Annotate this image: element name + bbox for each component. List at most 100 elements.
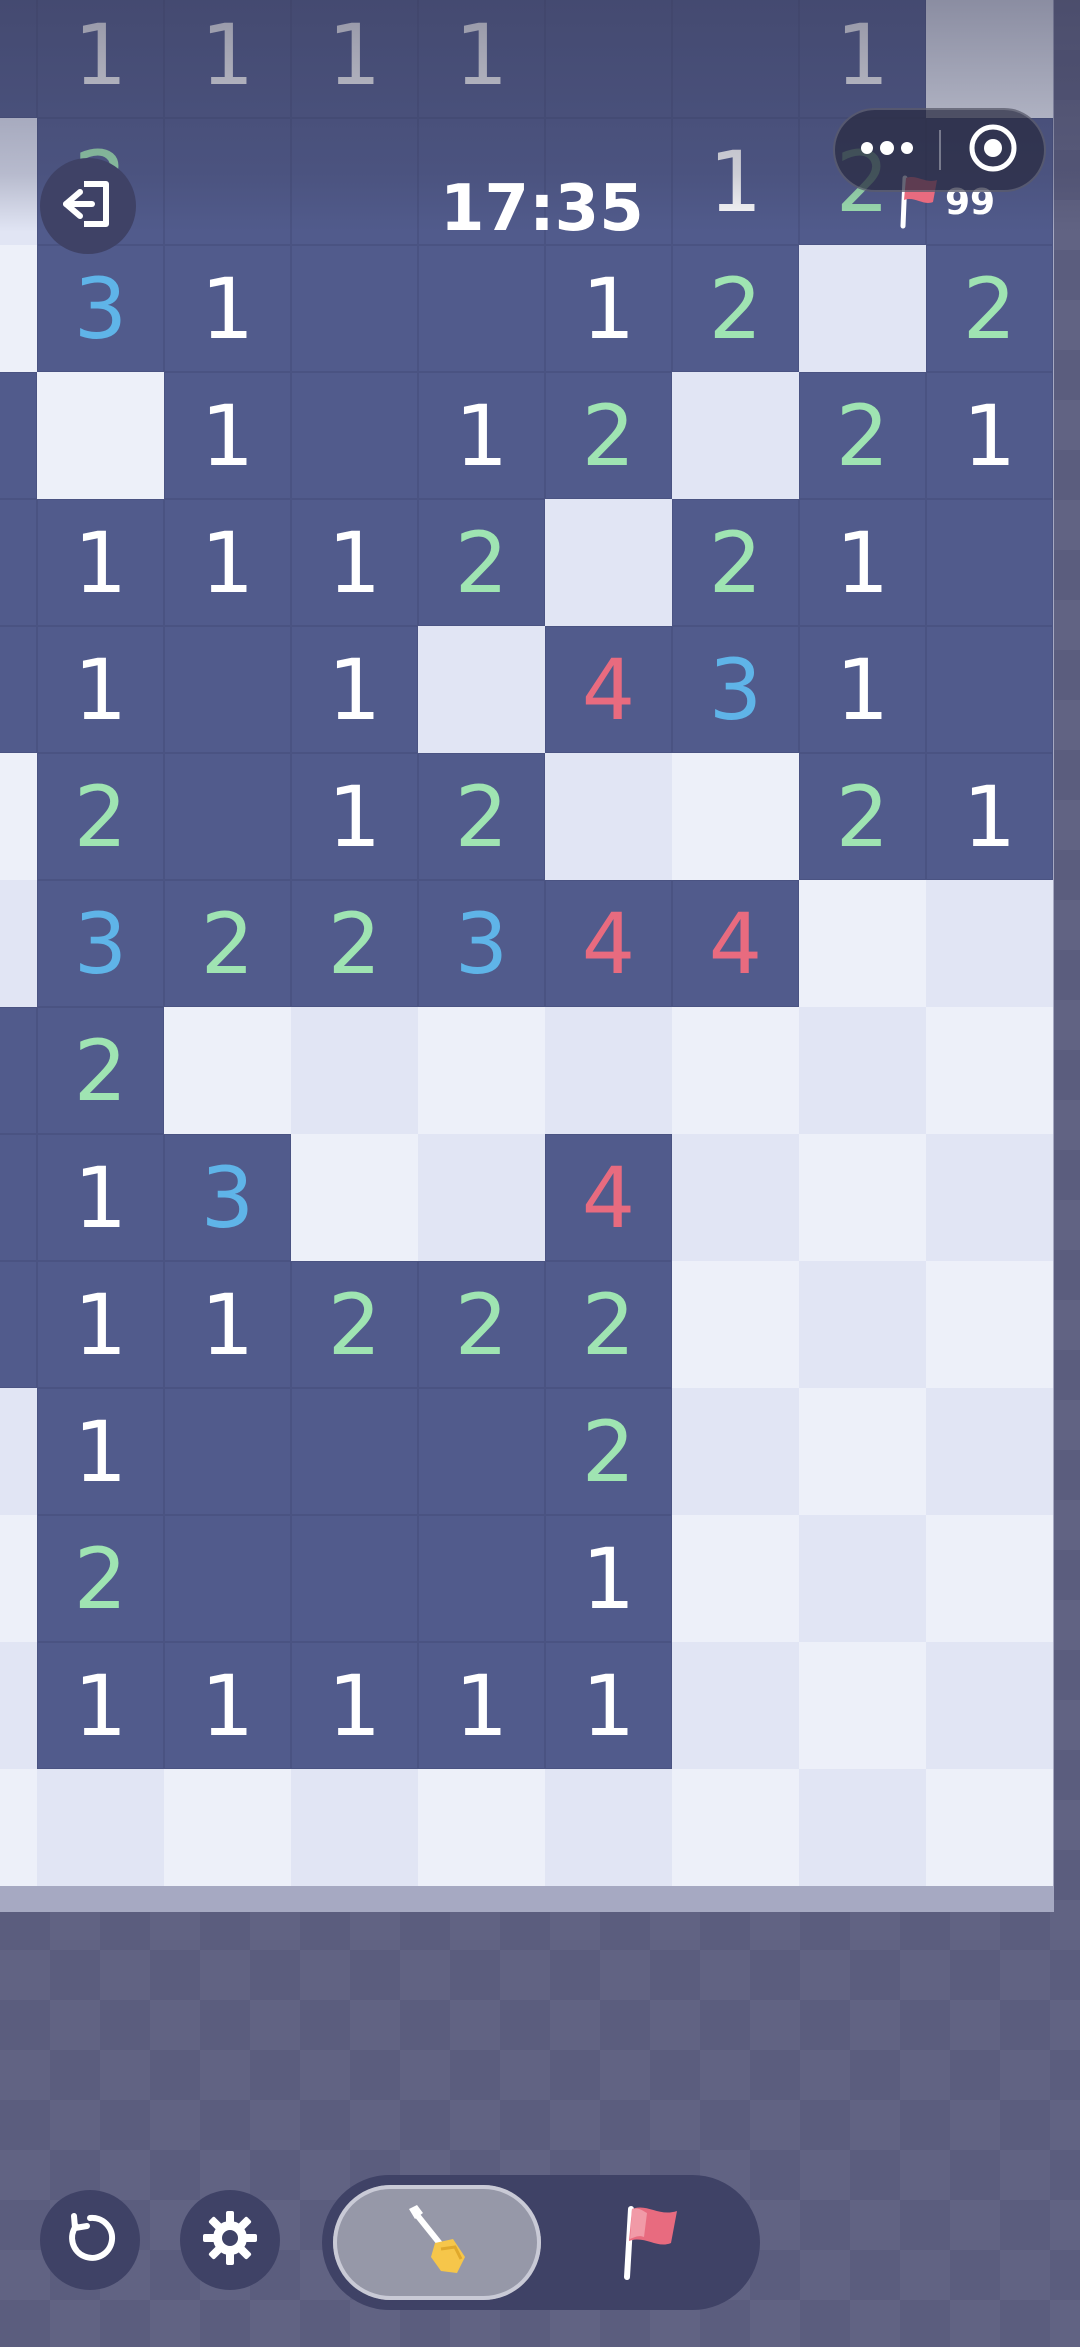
number-cell[interactable]: 4 [545, 880, 672, 1007]
number-cell[interactable]: 2 [799, 372, 926, 499]
covered-cell[interactable] [0, 1515, 37, 1642]
number-cell[interactable]: 1 [291, 1642, 418, 1769]
number-cell[interactable]: 2 [37, 1515, 164, 1642]
number-cell[interactable]: 1 [672, 118, 799, 245]
revealed-cell[interactable] [418, 1388, 545, 1515]
revealed-cell[interactable] [291, 118, 418, 245]
covered-cell[interactable] [926, 1261, 1053, 1388]
covered-cell[interactable] [672, 753, 799, 880]
revealed-cell[interactable] [0, 0, 37, 118]
covered-cell[interactable] [37, 1769, 164, 1886]
number-cell[interactable]: 1 [37, 1134, 164, 1261]
number-cell[interactable]: 2 [545, 1388, 672, 1515]
number-cell[interactable]: 1 [291, 0, 418, 118]
number-cell[interactable]: 1 [418, 0, 545, 118]
revealed-cell[interactable] [0, 1261, 37, 1388]
covered-cell[interactable] [418, 1007, 545, 1134]
covered-cell[interactable] [291, 1134, 418, 1261]
number-cell[interactable]: 1 [545, 1642, 672, 1769]
revealed-cell[interactable] [0, 499, 37, 626]
number-cell[interactable]: 1 [164, 1261, 291, 1388]
revealed-cell[interactable] [291, 1388, 418, 1515]
covered-cell[interactable] [926, 1515, 1053, 1642]
number-cell[interactable]: 1 [37, 0, 164, 118]
number-cell[interactable]: 2 [799, 753, 926, 880]
covered-cell[interactable] [0, 1388, 37, 1515]
covered-cell[interactable] [926, 1769, 1053, 1886]
covered-cell[interactable] [799, 1515, 926, 1642]
revealed-cell[interactable] [164, 118, 291, 245]
number-cell[interactable]: 4 [672, 880, 799, 1007]
covered-cell[interactable] [164, 1007, 291, 1134]
covered-cell[interactable] [0, 118, 37, 245]
covered-cell[interactable] [799, 1769, 926, 1886]
number-cell[interactable]: 3 [37, 880, 164, 1007]
covered-cell[interactable] [0, 245, 37, 372]
covered-cell[interactable] [799, 1642, 926, 1769]
number-cell[interactable]: 2 [418, 1261, 545, 1388]
number-cell[interactable]: 2 [164, 880, 291, 1007]
number-cell[interactable]: 3 [164, 1134, 291, 1261]
dig-mode-button[interactable] [333, 2185, 541, 2300]
number-cell[interactable]: 1 [799, 626, 926, 753]
number-cell[interactable]: 1 [37, 626, 164, 753]
covered-cell[interactable] [799, 1261, 926, 1388]
revealed-cell[interactable] [0, 372, 37, 499]
number-cell[interactable]: 1 [291, 626, 418, 753]
number-cell[interactable]: 1 [291, 499, 418, 626]
number-cell[interactable]: 3 [672, 626, 799, 753]
number-cell[interactable]: 1 [418, 372, 545, 499]
revealed-cell[interactable] [291, 245, 418, 372]
number-cell[interactable]: 1 [164, 0, 291, 118]
number-cell[interactable]: 1 [545, 245, 672, 372]
number-cell[interactable]: 2 [291, 880, 418, 1007]
number-cell[interactable]: 1 [164, 245, 291, 372]
number-cell[interactable]: 1 [37, 1642, 164, 1769]
covered-cell[interactable] [291, 1007, 418, 1134]
covered-cell[interactable] [164, 1769, 291, 1886]
covered-cell[interactable] [799, 1134, 926, 1261]
number-cell[interactable]: 2 [545, 372, 672, 499]
covered-cell[interactable] [799, 1007, 926, 1134]
covered-cell[interactable] [0, 1642, 37, 1769]
covered-cell[interactable] [926, 0, 1053, 118]
settings-button[interactable] [180, 2190, 280, 2290]
number-cell[interactable]: 2 [545, 1261, 672, 1388]
covered-cell[interactable] [545, 1769, 672, 1886]
covered-cell[interactable] [926, 1134, 1053, 1261]
close-button[interactable] [941, 110, 1045, 190]
covered-cell[interactable] [291, 1769, 418, 1886]
number-cell[interactable]: 1 [799, 499, 926, 626]
revealed-cell[interactable] [164, 753, 291, 880]
covered-cell[interactable] [926, 1388, 1053, 1515]
number-cell[interactable]: 3 [418, 880, 545, 1007]
number-cell[interactable]: 3 [37, 245, 164, 372]
revealed-cell[interactable] [164, 626, 291, 753]
number-cell[interactable]: 2 [672, 245, 799, 372]
number-cell[interactable]: 2 [418, 753, 545, 880]
number-cell[interactable]: 2 [291, 1261, 418, 1388]
more-button[interactable] [835, 110, 939, 190]
covered-cell[interactable] [799, 880, 926, 1007]
revealed-cell[interactable] [0, 626, 37, 753]
covered-cell[interactable] [37, 372, 164, 499]
restart-button[interactable] [40, 2190, 140, 2290]
number-cell[interactable]: 1 [291, 753, 418, 880]
covered-cell[interactable] [926, 1007, 1053, 1134]
revealed-cell[interactable] [0, 1134, 37, 1261]
revealed-cell[interactable] [418, 1515, 545, 1642]
number-cell[interactable]: 2 [37, 753, 164, 880]
number-cell[interactable]: 2 [926, 245, 1053, 372]
covered-cell[interactable] [545, 753, 672, 880]
revealed-cell[interactable] [926, 499, 1053, 626]
covered-cell[interactable] [672, 1134, 799, 1261]
covered-cell[interactable] [799, 245, 926, 372]
covered-cell[interactable] [0, 880, 37, 1007]
exit-button[interactable] [40, 158, 136, 254]
number-cell[interactable]: 1 [164, 372, 291, 499]
revealed-cell[interactable] [672, 0, 799, 118]
covered-cell[interactable] [545, 499, 672, 626]
revealed-cell[interactable] [926, 626, 1053, 753]
covered-cell[interactable] [672, 1515, 799, 1642]
number-cell[interactable]: 1 [164, 499, 291, 626]
